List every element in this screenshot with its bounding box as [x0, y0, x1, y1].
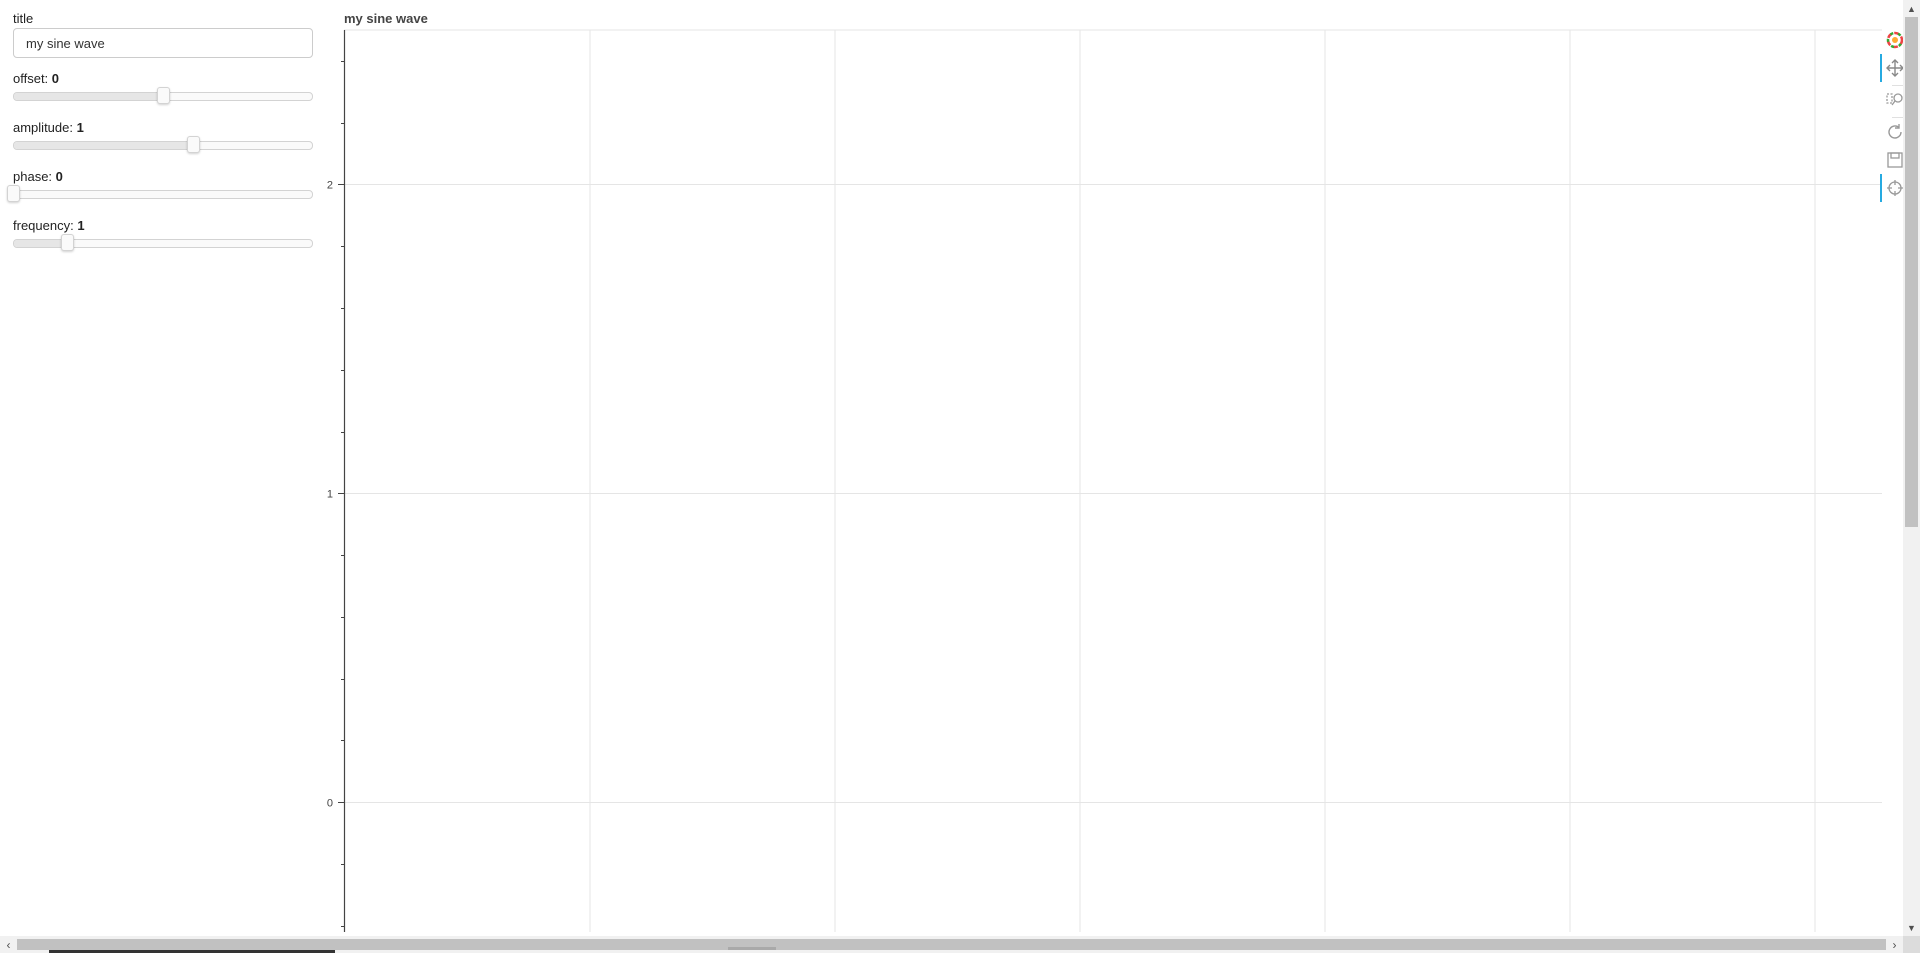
horizontal-scroll-indicator [728, 947, 776, 950]
scroll-left-arrow-icon[interactable]: ‹ [0, 936, 17, 953]
vertical-scrollbar[interactable]: ▲ ▼ [1903, 0, 1920, 936]
y-tick-label: 1 [327, 489, 333, 501]
scrollbar-corner [1903, 936, 1920, 953]
y-tick-label: 2 [327, 180, 333, 192]
vertical-scroll-thumb[interactable] [1905, 17, 1918, 527]
plot-canvas[interactable]: 0 1 2 [0, 0, 1903, 936]
scroll-right-arrow-icon[interactable]: › [1886, 936, 1903, 953]
y-tick-label: 0 [327, 798, 333, 810]
scroll-down-arrow-icon[interactable]: ▼ [1903, 919, 1920, 936]
scroll-up-arrow-icon[interactable]: ▲ [1903, 0, 1920, 17]
horizontal-scroll-thumb[interactable] [17, 939, 1886, 950]
